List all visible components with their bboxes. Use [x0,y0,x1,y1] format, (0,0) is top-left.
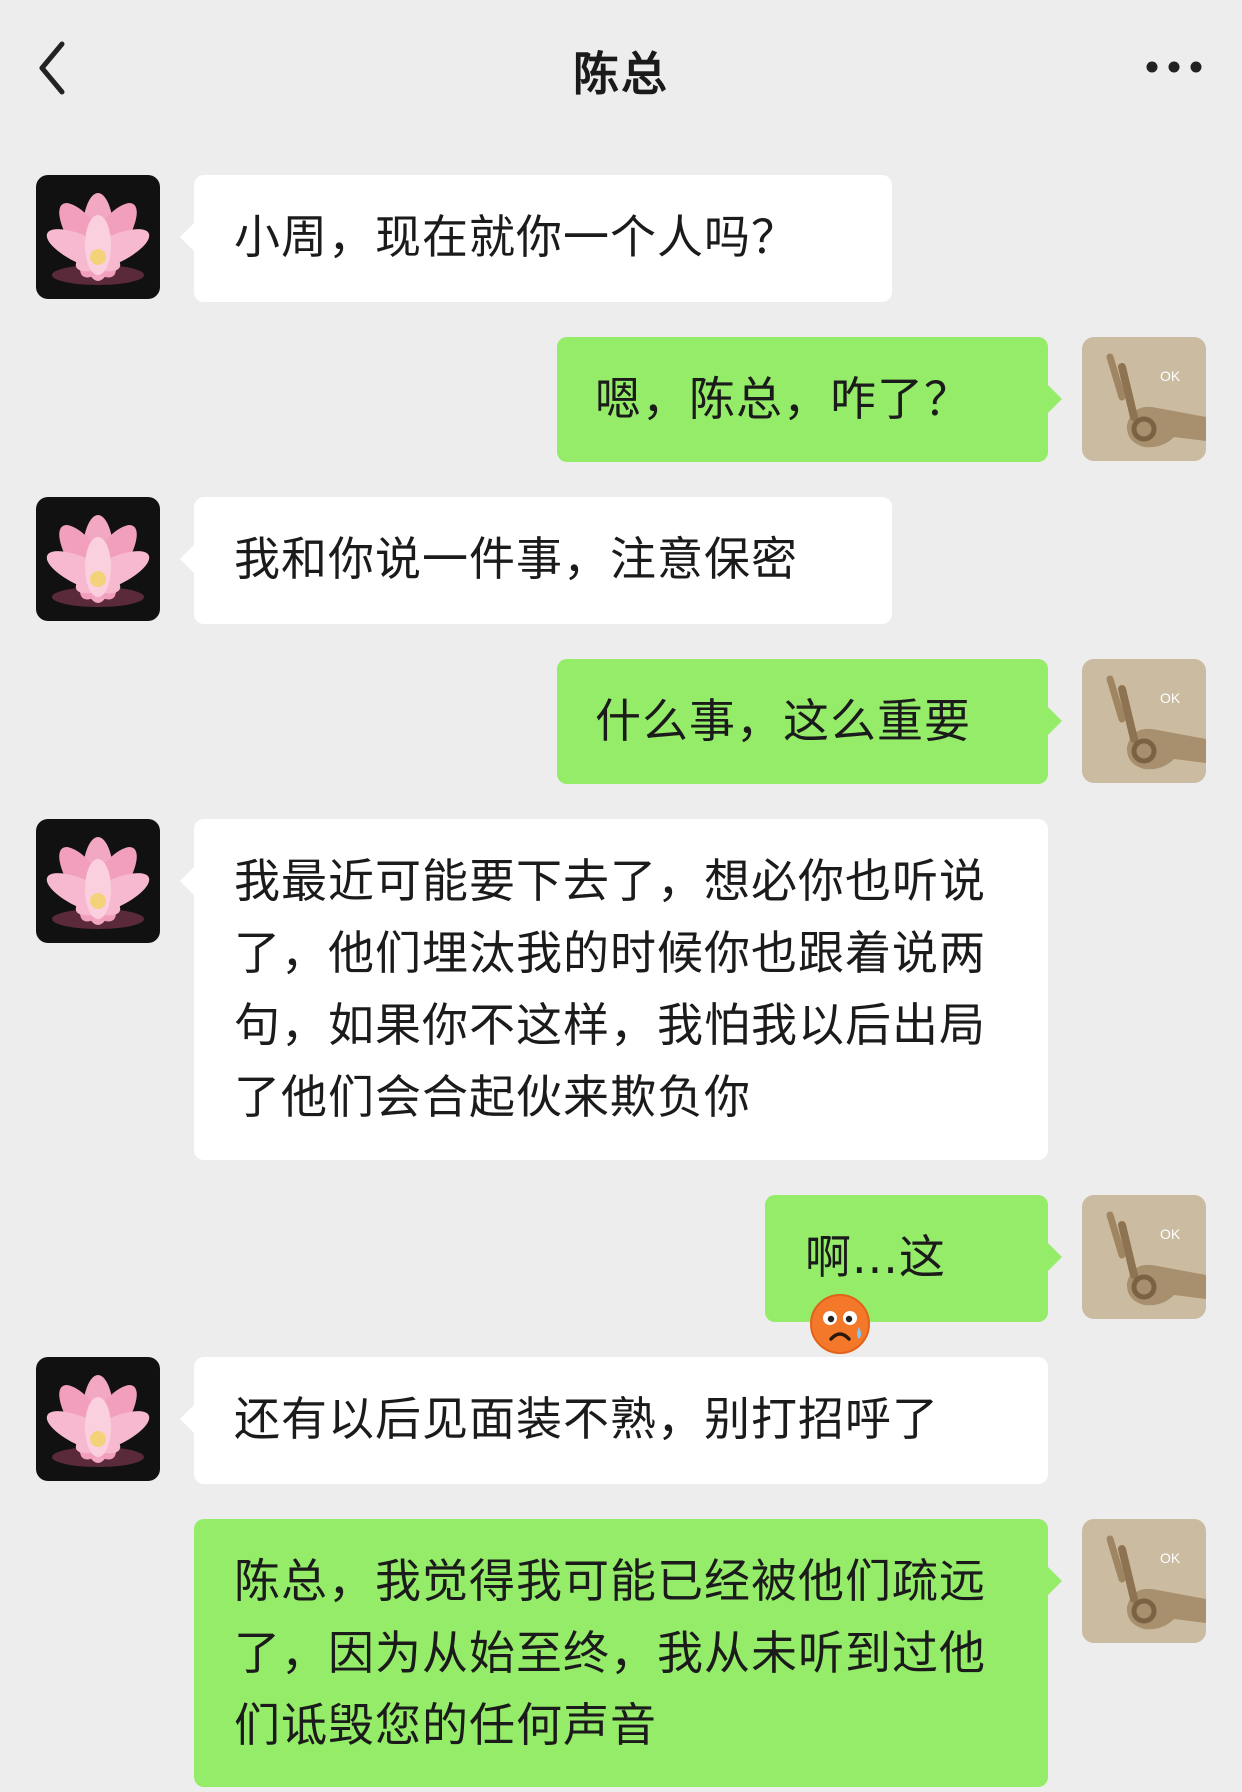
lotus-avatar[interactable] [36,1357,160,1481]
ok-hand-avatar[interactable]: OK [1082,1519,1206,1643]
message-bubble-incoming[interactable]: 小周，现在就你一个人吗？ [180,175,892,302]
ok-label: OK [1160,1550,1181,1566]
ok-hand-avatar[interactable]: OK [1082,659,1206,783]
ok-hand-avatar[interactable]: OK [1082,1195,1206,1319]
message-text: 我最近可能要下去了，想必你也听说了，他们埋汰我的时候你也跟着说两句，如果你不这样… [234,854,986,1124]
message-bubble-incoming[interactable]: 我最近可能要下去了，想必你也听说了，他们埋汰我的时候你也跟着说两句，如果你不这样… [180,819,1048,1160]
ok-label: OK [1160,368,1181,384]
ok-label: OK [1160,690,1181,706]
ok-hand-avatar[interactable]: OK [1082,337,1206,461]
message-text: 啊...这 [805,1230,946,1284]
message-bubble-outgoing[interactable]: 陈总，我觉得我可能已经被他们疏远了，因为从始至终，我从未听到过他们诋毁您的任何声… [194,1519,1062,1787]
message-text: 嗯，陈总，咋了？ [595,372,971,426]
sweat-frown-emoji [809,1293,871,1355]
message-text: 什么事，这么重要 [595,694,971,748]
message-bubble-incoming[interactable]: 还有以后见面装不熟，别打招呼了 [180,1357,1048,1484]
message-text: 我和你说一件事，注意保密 [234,532,798,586]
message-text: 还有以后见面装不熟，别打招呼了 [234,1392,939,1446]
message-bubble-outgoing[interactable]: 什么事，这么重要 [557,659,1062,784]
message-bubble-outgoing[interactable]: 啊...这 [765,1195,1062,1354]
lotus-avatar[interactable] [36,175,160,299]
ok-label: OK [1160,1226,1181,1242]
message-text: 陈总，我觉得我可能已经被他们疏远了，因为从始至终，我从未听到过他们诋毁您的任何声… [234,1554,986,1752]
chat-header: 陈总 [0,0,1242,140]
message-text: 小周，现在就你一个人吗？ [234,210,798,264]
message-bubble-outgoing[interactable]: 嗯，陈总，咋了？ [557,337,1062,462]
lotus-avatar[interactable] [36,819,160,943]
chat-title: 陈总 [573,47,669,101]
lotus-avatar[interactable] [36,497,160,621]
more-dots-icon[interactable] [1142,52,1206,82]
message-bubble-incoming[interactable]: 我和你说一件事，注意保密 [180,497,892,624]
